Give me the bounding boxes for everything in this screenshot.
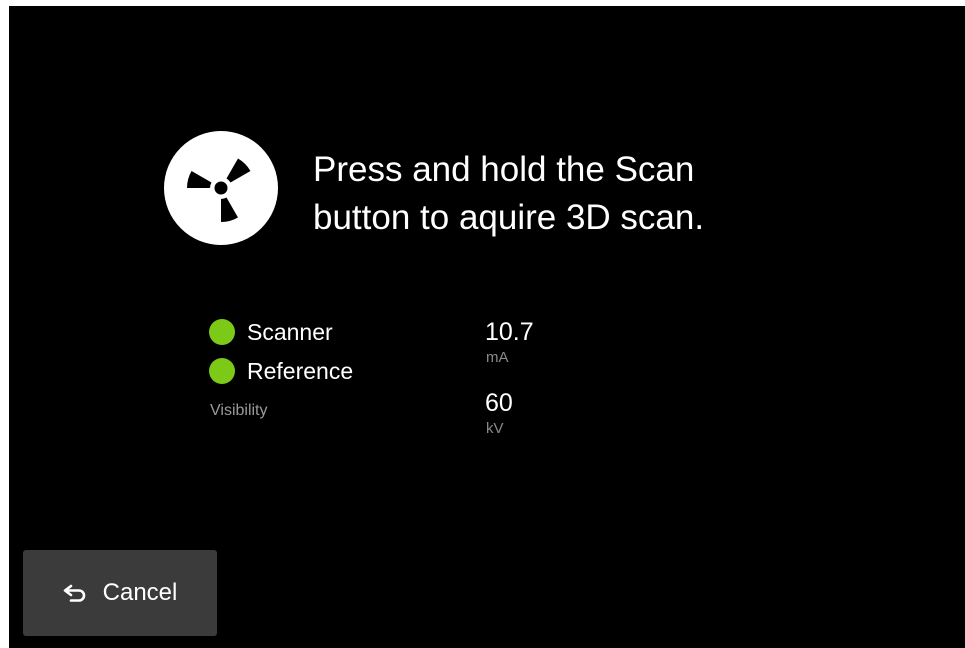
undo-arrow-icon [63,584,85,602]
current-value: 10.7 [485,318,534,346]
reference-label: Reference [247,358,354,384]
voltage-unit: kV [486,420,504,437]
instruction-text: Press and hold the Scan button to aquire… [313,150,705,237]
status-reference: Reference [209,358,353,384]
current-unit: mA [486,349,509,366]
status-scanner: Scanner [209,319,333,345]
scan-screen: Press and hold the Scan button to aquire… [9,6,965,648]
radiation-icon [164,131,278,245]
scanner-status-dot [209,319,235,345]
cancel-button[interactable]: Cancel [23,550,217,636]
voltage-value: 60 [485,389,513,417]
cancel-label: Cancel [102,579,178,606]
scanner-label: Scanner [247,319,333,345]
visibility-label: Visibility [210,402,268,419]
reference-status-dot [209,358,235,384]
